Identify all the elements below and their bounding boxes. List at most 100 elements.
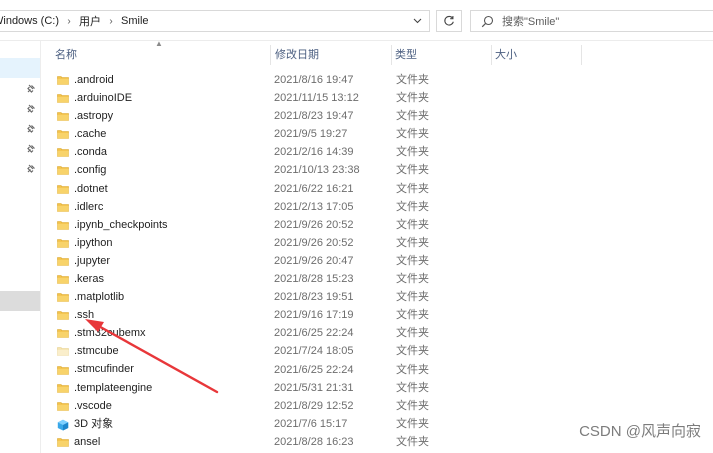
refresh-button[interactable] bbox=[436, 10, 462, 32]
file-type: 文件夹 bbox=[396, 200, 429, 213]
file-name[interactable]: .ipython bbox=[74, 234, 113, 252]
file-name-cell[interactable]: .android bbox=[57, 71, 114, 89]
pin-icon[interactable] bbox=[26, 104, 36, 114]
file-name[interactable]: .cache bbox=[74, 125, 106, 143]
file-type: 文件夹 bbox=[396, 327, 429, 340]
file-row[interactable]: .stmcufinder 2021/6/25 22:24 文件夹 bbox=[41, 361, 713, 379]
file-name[interactable]: .idlerc bbox=[74, 198, 103, 216]
file-name[interactable]: .dotnet bbox=[74, 180, 108, 198]
file-name-cell[interactable]: .config bbox=[57, 161, 106, 179]
file-name-cell[interactable]: .matplotlib bbox=[57, 288, 124, 306]
breadcrumb-drive[interactable]: Windows (C:) bbox=[0, 11, 62, 31]
file-date: 2021/8/23 19:47 bbox=[274, 110, 354, 123]
file-row[interactable]: .jupyter 2021/9/26 20:47 文件夹 bbox=[41, 252, 713, 270]
file-row[interactable]: .matplotlib 2021/8/23 19:51 文件夹 bbox=[41, 288, 713, 306]
file-type: 文件夹 bbox=[396, 236, 429, 249]
file-name-cell[interactable]: .ipython bbox=[57, 234, 113, 252]
file-row[interactable]: .stm32cubemx 2021/6/25 22:24 文件夹 bbox=[41, 324, 713, 342]
file-type: 文件夹 bbox=[396, 291, 429, 304]
pin-icon[interactable] bbox=[26, 124, 36, 134]
breadcrumb-smile[interactable]: Smile bbox=[118, 11, 152, 31]
file-row[interactable]: .keras 2021/8/28 15:23 文件夹 bbox=[41, 270, 713, 288]
file-row[interactable]: .android 2021/8/16 19:47 文件夹 bbox=[41, 71, 713, 89]
column-header-size[interactable]: 大小 bbox=[481, 41, 581, 69]
file-name[interactable]: .astropy bbox=[74, 107, 113, 125]
file-name-cell[interactable]: .conda bbox=[57, 143, 107, 161]
file-row[interactable]: .idlerc 2021/2/13 17:05 文件夹 bbox=[41, 198, 713, 216]
file-name[interactable]: .conda bbox=[74, 143, 107, 161]
file-name[interactable]: .vscode bbox=[74, 397, 112, 415]
file-name[interactable]: .ipynb_checkpoints bbox=[74, 216, 168, 234]
file-name[interactable]: .stm32cubemx bbox=[74, 324, 146, 342]
file-name-cell[interactable]: .templateengine bbox=[57, 379, 152, 397]
file-name[interactable]: .stmcube bbox=[74, 342, 119, 360]
search-placeholder: 搜索"Smile" bbox=[502, 16, 560, 28]
file-name-cell[interactable]: .jupyter bbox=[57, 252, 110, 270]
nav-item-selected[interactable] bbox=[0, 58, 40, 78]
file-row[interactable]: .ipynb_checkpoints 2021/9/26 20:52 文件夹 bbox=[41, 216, 713, 234]
search-icon bbox=[481, 15, 494, 28]
file-name-cell[interactable]: .stmcube bbox=[57, 342, 119, 360]
file-type: 文件夹 bbox=[396, 164, 429, 177]
file-name-cell[interactable]: .stmcufinder bbox=[57, 361, 134, 379]
file-row[interactable]: .ipython 2021/9/26 20:52 文件夹 bbox=[41, 234, 713, 252]
file-name-cell[interactable]: .dotnet bbox=[57, 180, 108, 198]
file-name-cell[interactable]: .stm32cubemx bbox=[57, 324, 146, 342]
file-type: 文件夹 bbox=[396, 218, 429, 231]
chevron-right-icon[interactable]: › bbox=[104, 16, 118, 27]
file-row[interactable]: .arduinoIDE 2021/11/15 13:12 文件夹 bbox=[41, 89, 713, 107]
file-name-cell[interactable]: .arduinoIDE bbox=[57, 89, 132, 107]
column-header-name[interactable]: 名称 bbox=[41, 41, 270, 69]
file-name[interactable]: .jupyter bbox=[74, 252, 110, 270]
chevron-down-icon[interactable] bbox=[404, 10, 430, 32]
nav-item-highlighted[interactable] bbox=[0, 291, 40, 311]
file-name-cell[interactable]: .astropy bbox=[57, 107, 113, 125]
file-date: 2021/2/13 17:05 bbox=[274, 200, 354, 213]
file-type: 文件夹 bbox=[396, 309, 429, 322]
file-row[interactable]: .stmcube 2021/7/24 18:05 文件夹 bbox=[41, 342, 713, 360]
file-name[interactable]: .keras bbox=[74, 270, 104, 288]
file-name[interactable]: ansel bbox=[74, 433, 100, 451]
file-name-cell[interactable]: .ssh bbox=[57, 306, 94, 324]
chevron-right-icon[interactable]: › bbox=[62, 16, 76, 27]
file-date: 2021/6/25 22:24 bbox=[274, 327, 354, 340]
pin-icon[interactable] bbox=[26, 84, 36, 94]
file-name-cell[interactable]: ansel bbox=[57, 433, 100, 451]
pin-icon[interactable] bbox=[26, 144, 36, 154]
file-name[interactable]: .config bbox=[74, 161, 106, 179]
file-row[interactable]: .astropy 2021/8/23 19:47 文件夹 bbox=[41, 107, 713, 125]
file-name[interactable]: .templateengine bbox=[74, 379, 152, 397]
file-name[interactable]: .arduinoIDE bbox=[74, 89, 132, 107]
column-divider[interactable] bbox=[581, 45, 582, 65]
folder-icon bbox=[57, 129, 69, 140]
file-row[interactable]: .cache 2021/9/5 19:27 文件夹 bbox=[41, 125, 713, 143]
file-name[interactable]: .ssh bbox=[74, 306, 94, 324]
column-header-type[interactable]: 类型 bbox=[381, 41, 491, 69]
address-bar[interactable]: Windows (C:) › 用户 › Smile bbox=[0, 10, 430, 32]
pin-icon[interactable] bbox=[26, 164, 36, 174]
column-header-date[interactable]: 修改日期 bbox=[261, 41, 391, 69]
file-name-cell[interactable]: .vscode bbox=[57, 397, 112, 415]
file-name[interactable]: .matplotlib bbox=[74, 288, 124, 306]
folder-icon bbox=[57, 220, 69, 230]
file-row[interactable]: .config 2021/10/13 23:38 文件夹 bbox=[41, 161, 713, 179]
file-row[interactable]: .dotnet 2021/6/22 16:21 文件夹 bbox=[41, 180, 713, 198]
file-name-cell[interactable]: .idlerc bbox=[57, 198, 103, 216]
file-name[interactable]: .android bbox=[74, 71, 114, 89]
file-row[interactable]: .vscode 2021/8/29 12:52 文件夹 bbox=[41, 397, 713, 415]
search-input[interactable]: 搜索"Smile" bbox=[470, 10, 713, 32]
file-type: 文件夹 bbox=[396, 417, 429, 430]
navigation-pane[interactable] bbox=[0, 41, 41, 453]
file-name[interactable]: .stmcufinder bbox=[74, 360, 134, 378]
breadcrumb-users[interactable]: 用户 bbox=[76, 11, 104, 31]
file-name-cell[interactable]: .cache bbox=[57, 125, 106, 143]
file-row[interactable]: .templateengine 2021/5/31 21:31 文件夹 bbox=[41, 379, 713, 397]
file-name-cell[interactable]: 3D 对象 bbox=[57, 415, 113, 433]
file-name-cell[interactable]: .ipynb_checkpoints bbox=[57, 216, 168, 234]
file-name[interactable]: 3D 对象 bbox=[74, 415, 113, 433]
file-row[interactable]: .ssh 2021/9/16 17:19 文件夹 bbox=[41, 306, 713, 324]
file-date: 2021/8/16 19:47 bbox=[274, 74, 354, 86]
file-name-cell[interactable]: .keras bbox=[57, 270, 104, 288]
file-row[interactable]: .conda 2021/2/16 14:39 文件夹 bbox=[41, 143, 713, 161]
folder-light-icon bbox=[57, 346, 69, 357]
